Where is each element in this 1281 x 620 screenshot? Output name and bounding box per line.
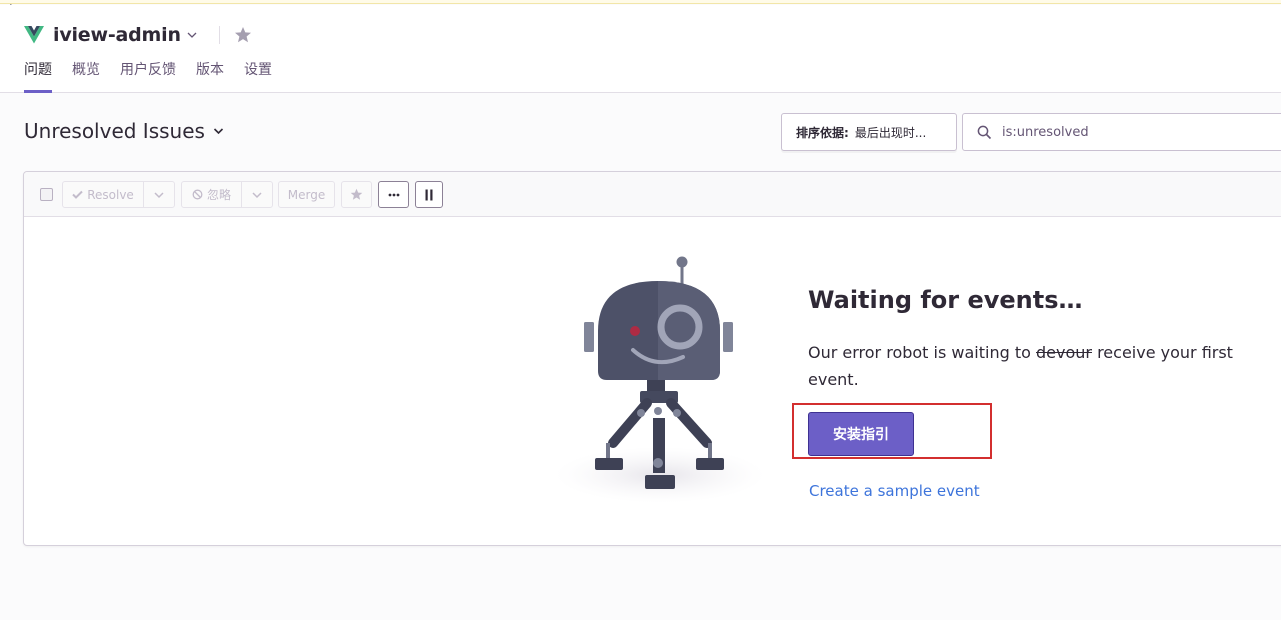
ignore-label: 忽略 (206, 188, 231, 202)
ignore-dropdown-button[interactable] (241, 181, 273, 208)
tab-issues[interactable]: 问题 (24, 57, 52, 93)
divider (218, 26, 220, 44)
tab-settings[interactable]: 设置 (244, 57, 272, 93)
tab-overview[interactable]: 概览 (72, 57, 100, 93)
sort-dropdown[interactable]: 排序依据: 最后出现时... (781, 113, 957, 151)
top-border (0, 0, 1281, 4)
desc-before: Our error robot is waiting to (808, 343, 1036, 362)
pause-icon (425, 189, 433, 200)
bookmark-button[interactable] (341, 181, 372, 208)
desc-strike: devour (1036, 343, 1092, 362)
resolve-dropdown-button[interactable] (143, 181, 175, 208)
project-tabs: 问题 概览 用户反馈 版本 设置 (24, 57, 292, 93)
robot-illustration (555, 256, 765, 503)
select-all-checkbox[interactable] (40, 188, 53, 201)
check-icon (72, 190, 83, 199)
vue-logo-icon (24, 26, 44, 44)
sort-value: 最后出现时... (854, 125, 927, 140)
resolve-button[interactable]: Resolve (62, 181, 144, 208)
chevron-down-icon (213, 128, 224, 135)
tab-user-feedback[interactable]: 用户反馈 (120, 57, 176, 93)
highlight-annotation (792, 403, 992, 459)
chevron-down-icon (154, 191, 164, 198)
ellipsis-icon (388, 193, 399, 196)
empty-state-description: Our error robot is waiting to devour rec… (808, 339, 1268, 393)
search-bar[interactable] (962, 113, 1281, 151)
more-actions-button[interactable] (378, 181, 409, 208)
ignore-button[interactable]: 忽略 (181, 181, 242, 208)
issues-toolbar: Resolve 忽略 Merge (24, 172, 1281, 217)
merge-button[interactable]: Merge (278, 181, 335, 208)
chevron-down-icon[interactable] (187, 30, 197, 40)
tab-releases[interactable]: 版本 (196, 57, 224, 93)
pause-realtime-button[interactable] (415, 181, 443, 208)
page-title[interactable]: Unresolved Issues (24, 118, 224, 144)
sort-label: 排序依据: (796, 125, 849, 140)
search-input[interactable] (1002, 124, 1262, 140)
empty-state-title: Waiting for events… (808, 286, 1083, 314)
project-name[interactable]: iview-admin (53, 24, 181, 46)
star-icon[interactable] (234, 26, 252, 44)
create-sample-event-link[interactable]: Create a sample event (809, 482, 980, 500)
ignore-icon (192, 189, 203, 200)
resolve-label: Resolve (87, 187, 134, 202)
search-icon (977, 125, 992, 139)
project-brand: iview-admin (24, 21, 252, 49)
project-header: iview-admin 问题 概览 用户反馈 版本 设置 (0, 5, 1281, 93)
chevron-down-icon (252, 191, 262, 198)
page-title-text: Unresolved Issues (24, 119, 205, 143)
star-icon (350, 188, 363, 200)
